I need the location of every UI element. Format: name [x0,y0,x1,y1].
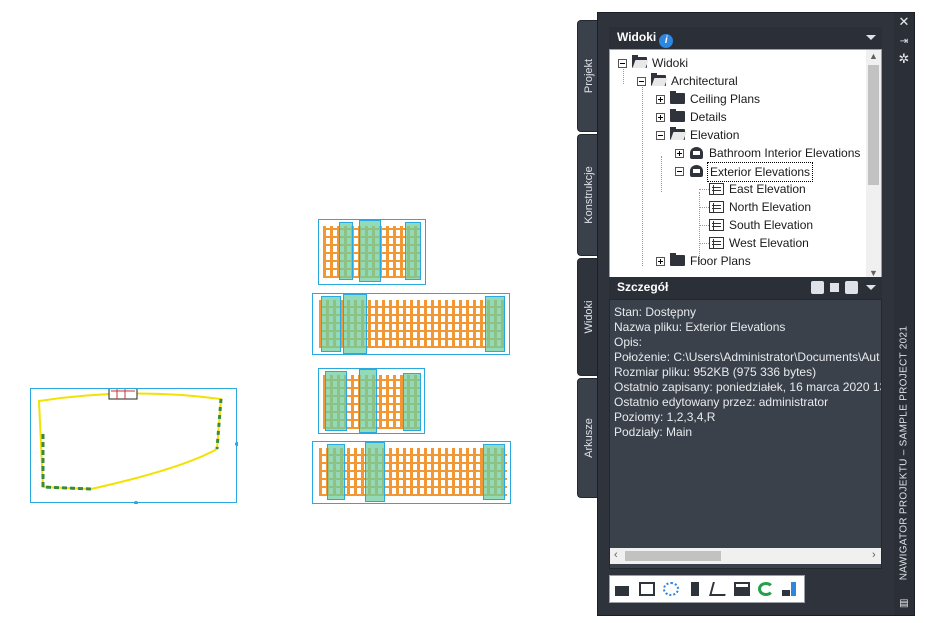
floor-plan-drawing[interactable] [30,388,238,504]
tab-arkusze[interactable]: Arkusze [577,378,599,498]
preview-icon[interactable] [811,281,824,294]
scroll-left-icon[interactable]: ‹ [614,549,618,561]
tab-konstrukcje[interactable]: Konstrukcje [577,134,599,256]
tree-guide-line [623,66,624,84]
chevron-down-icon[interactable] [866,35,876,40]
tab-projekt[interactable]: Projekt [577,20,599,132]
views-panel-title: Widoki [617,30,657,44]
palette-title: NAWIGATOR PROJEKTU – SAMPLE PROJECT 2021 [898,325,910,581]
new-category-icon [639,582,655,596]
detail-row-divisions: Podziały: Main [614,425,693,439]
open-button[interactable] [686,579,708,599]
scroll-right-icon[interactable]: › [872,549,876,561]
views-toolbar [609,575,805,603]
detail-content: Stan: Dostępny Nazwa pliku: Exterior Ele… [609,299,882,569]
tree-guide-line [699,225,709,226]
new-category-button[interactable] [636,579,658,599]
expand-icon[interactable] [656,95,665,104]
chevron-down-icon[interactable] [866,285,876,290]
section-view-icon [709,183,724,195]
elevation-sketch-1[interactable] [318,219,426,285]
detach-icon [709,582,729,596]
detach-button[interactable] [708,579,730,599]
tree-guide-line [699,207,709,208]
collapse-icon[interactable] [637,77,646,86]
detail-row-last-saved: Ostatnio zapisany: poniedziałek, 16 marc… [614,380,882,394]
collapse-icon[interactable] [675,167,684,176]
new-view-button[interactable] [612,579,634,599]
drawing-canvas[interactable] [0,0,577,623]
detail-panel-header[interactable]: Szczegół [609,277,882,299]
views-panel-header[interactable]: Widoki i [609,27,882,49]
expand-icon[interactable] [656,113,665,122]
refresh-icon [758,582,774,596]
detail-row-filename: Nazwa pliku: Exterior Elevations [614,320,786,334]
folder-open-icon [651,73,666,86]
project-navigator-palette: Widoki i Widoki Architectural Ceiling Pl… [597,12,915,616]
gear-icon[interactable]: ✲ [897,53,911,67]
settings-button[interactable] [779,579,801,599]
view-drawing-icon [690,165,703,177]
scroll-thumb[interactable] [868,65,879,185]
info-icon[interactable]: i [659,34,674,48]
tab-widoki[interactable]: Widoki [577,258,599,376]
auto-hide-icon[interactable]: ⇥ [897,35,911,49]
open-icon [689,582,705,596]
elevation-sketch-4[interactable] [312,441,511,504]
palette-menu-icon[interactable]: ▤ [897,597,911,611]
xref-icon [663,582,679,596]
detail-row-filesize: Rozmiar pliku: 952KB (975 336 bytes) [614,365,817,379]
detail-row-location: Położenie: C:\Users\Administrator\Docume… [614,350,880,364]
tree-guide-line [642,84,643,266]
elevation-sketch-3[interactable] [318,368,425,434]
new-view-icon [615,582,631,596]
section-view-icon [709,201,724,213]
views-tree[interactable]: Widoki Architectural Ceiling Plans Detai… [609,49,882,281]
properties-icon [734,582,750,596]
close-icon[interactable]: ✕ [897,16,911,30]
detail-row-description: Opis: [614,335,643,349]
detail-row-status: Stan: Dostępny [614,305,697,319]
folder-icon [670,91,685,104]
settings-icon [782,582,798,596]
details-view-icon[interactable] [828,281,841,294]
collapse-icon[interactable] [656,131,665,140]
tree-vertical-scrollbar[interactable]: ▲ ▼ [866,50,881,280]
detail-row-last-edited-by: Ostatnio edytowany przez: administrator [614,395,829,409]
refresh-button[interactable] [755,579,777,599]
folder-icon [670,109,685,122]
folder-open-icon [632,55,647,68]
section-view-icon [709,219,724,231]
properties-button[interactable] [731,579,753,599]
detail-row-levels: Poziomy: 1,2,3,4,R [614,410,716,424]
scroll-up-icon[interactable]: ▲ [869,51,878,61]
detail-horizontal-scrollbar[interactable]: ‹ › [610,548,881,564]
tree-guide-line [699,189,709,190]
detail-panel-title: Szczegół [617,280,669,294]
palette-title-bar[interactable]: ✕ ⇥ ✲ NAWIGATOR PROJEKTU – SAMPLE PROJEC… [894,13,914,615]
palette-side-tabs: Projekt Konstrukcje Widoki Arkusze [577,12,599,500]
expand-icon[interactable] [675,149,684,158]
scroll-thumb[interactable] [625,551,721,561]
folder-icon [670,253,685,266]
search-icon[interactable] [845,281,858,294]
xref-button[interactable] [660,579,682,599]
collapse-icon[interactable] [618,59,627,68]
floor-plan-sketch [37,389,238,504]
tree-guide-line [699,243,709,244]
elevation-sketch-2[interactable] [312,293,510,355]
section-view-icon [709,237,724,249]
view-drawing-icon [690,147,703,159]
tree-guide-line [661,156,662,192]
expand-icon[interactable] [656,257,665,266]
folder-open-icon [670,127,685,140]
